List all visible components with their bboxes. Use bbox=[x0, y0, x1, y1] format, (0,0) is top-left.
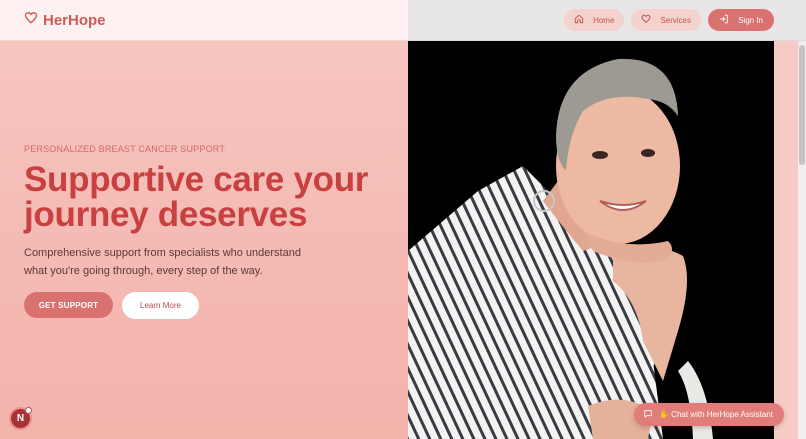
chat-icon bbox=[643, 409, 653, 421]
hero-subtext: Comprehensive support from specialists w… bbox=[24, 247, 301, 277]
nav-home[interactable]: Home bbox=[564, 9, 625, 31]
chat-label: ✋ Chat with HerHope Assistant bbox=[659, 410, 774, 419]
page-edge bbox=[774, 41, 798, 439]
nav-home-label: Home bbox=[593, 15, 615, 25]
learn-more-button[interactable]: Learn More bbox=[122, 292, 199, 319]
sign-in-label: Sign In bbox=[738, 15, 763, 25]
sign-in-button[interactable]: Sign In bbox=[708, 9, 774, 31]
get-support-button[interactable]: GET SUPPORT bbox=[24, 292, 113, 318]
main-nav: Home Services Sign In bbox=[564, 9, 774, 31]
heart-icon bbox=[641, 14, 651, 26]
notification-dot bbox=[25, 407, 32, 414]
nav-services[interactable]: Services bbox=[631, 9, 702, 31]
hero-headline: Supportive care your journey deserves bbox=[24, 160, 369, 234]
hero-photo bbox=[408, 41, 774, 439]
scrollbar-thumb[interactable] bbox=[799, 45, 805, 165]
sign-in-icon bbox=[719, 14, 729, 26]
dev-tools-badge[interactable]: N bbox=[9, 407, 32, 430]
hero-eyebrow: PERSONALIZED BREAST CANCER SUPPORT bbox=[24, 144, 226, 154]
home-icon bbox=[574, 14, 584, 26]
chat-assistant-button[interactable]: ✋ Chat with HerHope Assistant bbox=[634, 403, 784, 426]
brand-name: HerHope bbox=[43, 11, 106, 29]
scrollbar[interactable] bbox=[798, 41, 806, 439]
brand-logo[interactable]: HerHope bbox=[24, 11, 106, 29]
heart-icon bbox=[24, 11, 38, 29]
nav-services-label: Services bbox=[660, 15, 692, 25]
badge-letter: N bbox=[16, 413, 25, 424]
